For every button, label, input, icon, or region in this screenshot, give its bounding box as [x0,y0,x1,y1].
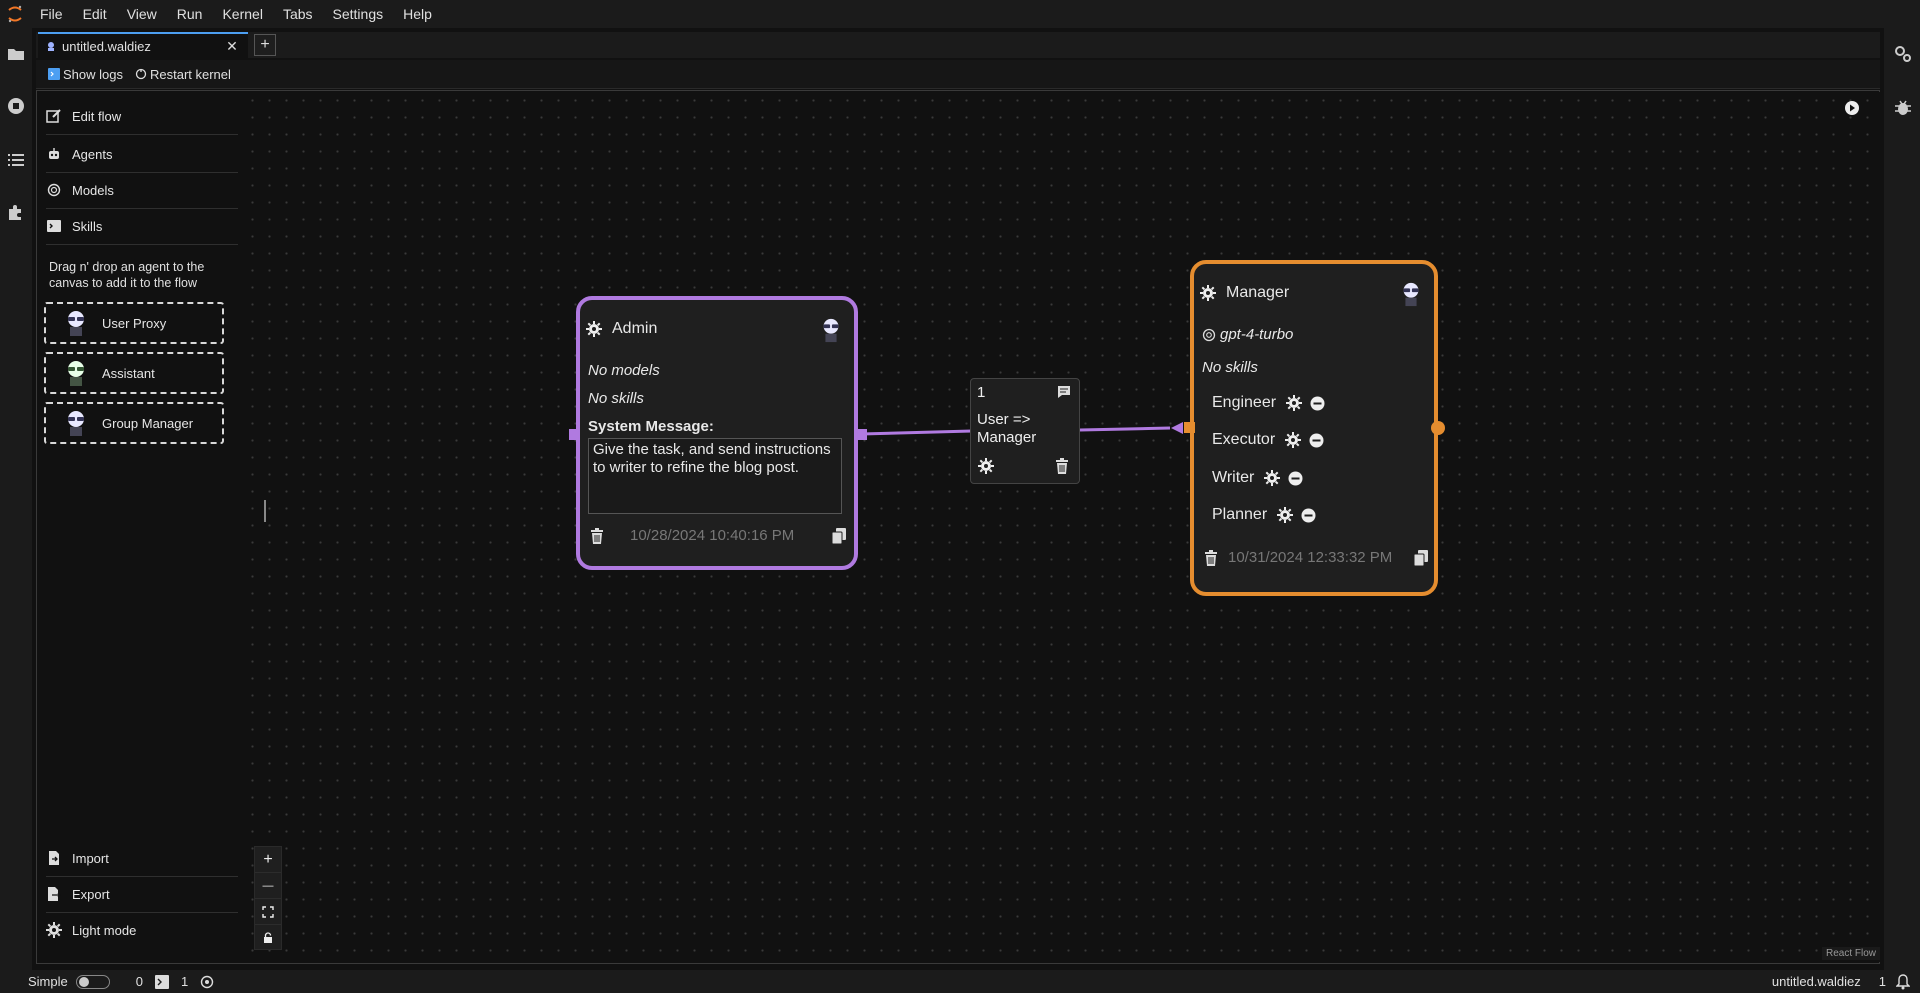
edge-label: User => Manager [977,411,1037,446]
member-label: Engineer [1212,394,1277,411]
agent-avatar-icon [823,318,839,343]
node-skills: No skills [588,390,644,407]
notification-bell-icon[interactable] [1896,973,1910,990]
terminal-icon [154,974,169,989]
lock-button[interactable] [255,925,281,950]
remove-member-icon[interactable] [1310,396,1325,411]
canvas-controls: + — [254,846,282,950]
copy-icon[interactable] [832,528,846,544]
status-filename: untitled.waldiez [1771,974,1861,989]
openai-icon [1202,328,1216,341]
trash-icon[interactable] [1055,458,1069,474]
terminals-count[interactable]: 0 [136,974,143,989]
kernel-status-icon[interactable] [200,975,214,989]
fit-view-button[interactable] [255,899,281,925]
node-date: 10/28/2024 10:40:16 PM [630,527,795,544]
simple-mode-toggle[interactable] [75,974,110,989]
status-line-count: 1 [1878,974,1886,989]
lock-icon [264,931,272,943]
node-title: Admin [612,320,658,337]
agent-node-admin[interactable]: Admin No models No skills System Message… [576,296,858,570]
agent-node-manager[interactable]: Manager gpt-4-turbo No skills Engineer E… [1190,260,1438,596]
edge-layer [860,422,1183,436]
gear-icon[interactable] [1277,507,1294,523]
manager-source-handle[interactable] [1431,421,1445,435]
gear-icon[interactable] [978,458,994,474]
fit-view-icon [262,905,274,918]
gear-icon[interactable] [1264,470,1281,486]
edge-label-box[interactable]: 1 User => Manager [970,378,1080,484]
gear-icon[interactable] [1200,285,1216,301]
manager-target-handle[interactable] [1184,422,1195,433]
agent-avatar-icon [1403,282,1419,307]
group-member-executor: Executor [1212,431,1324,449]
edge-arrow-icon [1171,422,1183,434]
copy-icon[interactable] [1414,550,1428,566]
group-member-engineer: Engineer [1212,394,1325,412]
node-model: gpt-4-turbo [1202,326,1293,343]
node-models: No models [588,362,660,379]
member-label: Executor [1212,431,1276,448]
edge-line-left[interactable] [860,429,973,436]
system-message-label: System Message: [588,418,714,435]
group-member-writer: Writer [1212,469,1303,487]
message-icon[interactable] [1057,385,1071,399]
system-message-textarea[interactable]: Give the task, and send instructions to … [588,438,842,514]
react-flow-attribution[interactable]: React Flow [1822,947,1881,960]
remove-member-icon[interactable] [1288,471,1303,486]
edge-line-right[interactable] [1079,426,1171,432]
remove-member-icon[interactable] [1301,508,1316,523]
node-skills: No skills [1202,359,1258,376]
admin-target-handle[interactable] [569,429,580,440]
zoom-in-button[interactable]: + [255,847,281,873]
zoom-out-button[interactable]: — [255,873,281,899]
admin-source-handle[interactable] [856,429,867,440]
node-date: 10/31/2024 12:33:32 PM [1228,549,1393,566]
member-label: Writer [1212,469,1255,486]
node-title: Manager [1226,284,1290,301]
gear-icon[interactable] [1285,432,1302,448]
member-label: Planner [1212,506,1268,523]
gear-icon[interactable] [1286,395,1303,411]
simple-mode-label: Simple [28,974,68,989]
kernels-count[interactable]: 1 [181,974,188,989]
node-header: Admin [586,320,657,338]
edge-order: 1 [977,384,986,401]
trash-icon[interactable] [1204,550,1218,566]
gear-icon[interactable] [586,321,602,337]
node-model-label: gpt-4-turbo [1220,326,1294,343]
group-member-planner: Planner [1212,506,1316,524]
node-header: Manager [1200,284,1289,302]
trash-icon[interactable] [590,528,604,544]
remove-member-icon[interactable] [1309,433,1324,448]
status-bar: Simple 0 1 untitled.waldiez 1 [0,970,1920,993]
